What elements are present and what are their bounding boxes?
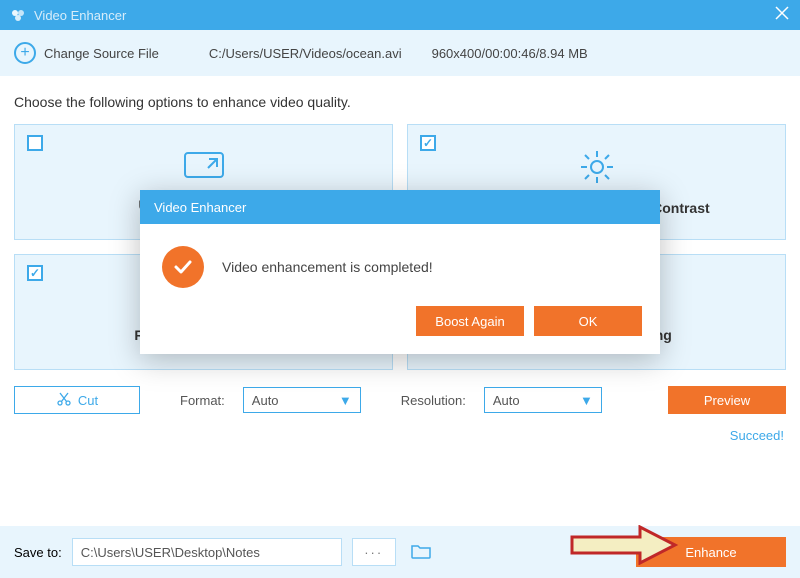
dialog-message: Video enhancement is completed! (222, 259, 433, 275)
upscale-icon (184, 152, 224, 187)
ok-button[interactable]: OK (534, 306, 642, 336)
save-bar: Save to: C:\Users\USER\Desktop\Notes ···… (0, 526, 800, 578)
caret-down-icon: ▼ (580, 393, 593, 408)
resolution-value: Auto (493, 393, 520, 408)
change-source-icon[interactable]: + (14, 42, 36, 64)
cut-button[interactable]: Cut (14, 386, 140, 414)
caret-down-icon: ▼ (339, 393, 352, 408)
boost-again-button[interactable]: Boost Again (416, 306, 524, 336)
enhance-button[interactable]: Enhance (636, 537, 786, 567)
success-check-icon (162, 246, 204, 288)
more-button[interactable]: ··· (352, 538, 396, 566)
app-logo-icon (10, 7, 26, 23)
format-label: Format: (180, 393, 225, 408)
scissors-icon (56, 391, 72, 410)
save-path-input[interactable]: C:\Users\USER\Desktop\Notes (72, 538, 342, 566)
resolution-select[interactable]: Auto ▼ (484, 387, 602, 413)
instruction-text: Choose the following options to enhance … (0, 76, 800, 124)
folder-icon (411, 543, 431, 562)
preview-button[interactable]: Preview (668, 386, 786, 414)
close-icon[interactable] (774, 5, 790, 26)
controls-row: Cut Format: Auto ▼ Resolution: Auto ▼ Pr… (0, 370, 800, 422)
open-folder-button[interactable] (406, 538, 436, 566)
source-bar: + Change Source File C:/Users/USER/Video… (0, 30, 800, 76)
source-path: C:/Users/USER/Videos/ocean.avi (209, 46, 402, 61)
save-to-label: Save to: (14, 545, 62, 560)
resolution-label: Resolution: (401, 393, 466, 408)
checkbox-noise[interactable] (27, 265, 43, 281)
succeed-status: Succeed! (0, 422, 800, 443)
source-info: 960x400/00:00:46/8.94 MB (432, 46, 588, 61)
save-path-value: C:\Users\USER\Desktop\Notes (81, 545, 260, 560)
format-select[interactable]: Auto ▼ (243, 387, 361, 413)
change-source-label[interactable]: Change Source File (44, 46, 159, 61)
format-value: Auto (252, 393, 279, 408)
titlebar: Video Enhancer (0, 0, 800, 30)
app-title: Video Enhancer (34, 8, 126, 23)
completion-dialog: Video Enhancer Video enhancement is comp… (140, 190, 660, 354)
checkbox-brightness[interactable] (420, 135, 436, 151)
dialog-title: Video Enhancer (140, 190, 660, 224)
checkbox-upscale[interactable] (27, 135, 43, 151)
brightness-icon (579, 149, 615, 190)
cut-label: Cut (78, 393, 98, 408)
